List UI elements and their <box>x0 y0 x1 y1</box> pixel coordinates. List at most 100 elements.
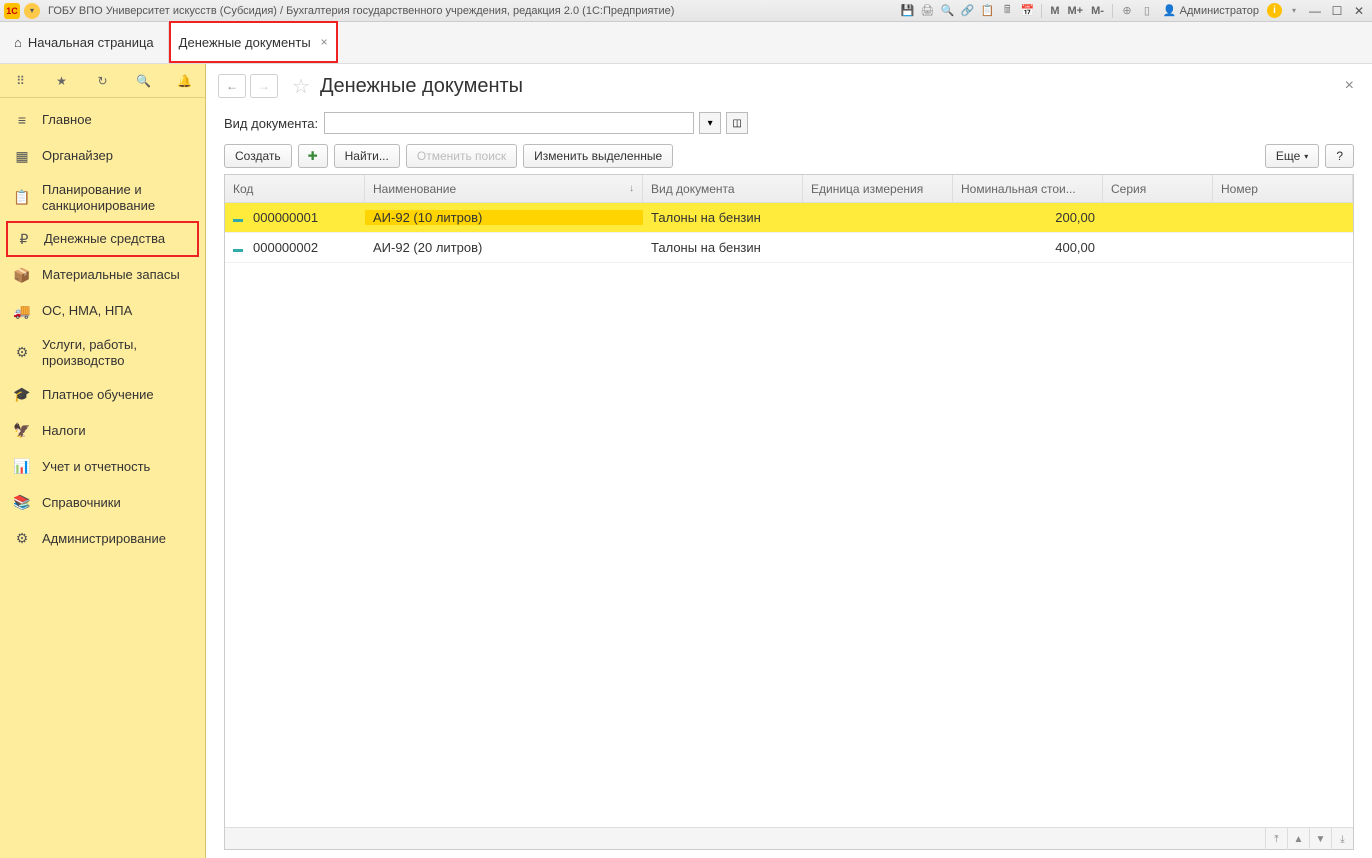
help-button[interactable]: ? <box>1325 144 1354 168</box>
calendar-icon[interactable]: 📅 <box>1019 3 1035 19</box>
graduation-icon: 🎓 <box>12 384 32 404</box>
memory-mplus[interactable]: M+ <box>1066 5 1086 17</box>
table-header: Код Наименование↓ Вид документа Единица … <box>225 175 1353 203</box>
app-menu-dropdown[interactable]: ▾ <box>24 3 40 19</box>
close-panel-button[interactable]: × <box>1339 77 1360 95</box>
toolbar: Создать ✚ Найти... Отменить поиск Измени… <box>206 138 1372 174</box>
zoom-icon[interactable]: ⊕ <box>1119 3 1135 19</box>
calculator-icon[interactable]: 🖩 <box>999 3 1015 19</box>
create-button[interactable]: Создать <box>224 144 292 168</box>
sidebar-item-assets[interactable]: 🚚ОС, НМА, НПА <box>0 293 205 329</box>
window-minimize[interactable]: — <box>1306 3 1324 19</box>
sidebar-item-label: Платное обучение <box>42 387 154 403</box>
th-name[interactable]: Наименование↓ <box>365 175 643 202</box>
tab-active[interactable]: Денежные документы × <box>169 21 338 63</box>
tab-active-label: Денежные документы <box>179 35 311 50</box>
memory-m[interactable]: M <box>1048 5 1061 17</box>
cancel-search-button[interactable]: Отменить поиск <box>406 144 517 168</box>
scroll-up-icon[interactable]: ▲ <box>1287 828 1309 850</box>
sidebar-item-label: Материальные запасы <box>42 267 180 283</box>
dropdown-button[interactable]: ▾ <box>699 112 721 134</box>
star-icon[interactable]: ★ <box>53 72 71 90</box>
sidebar-item-services[interactable]: ⚙ Услуги, работы, производство <box>0 329 205 376</box>
table-row[interactable]: ▬000000002 АИ-92 (20 литров) Талоны на б… <box>225 233 1353 263</box>
eagle-icon: 🦅 <box>12 420 32 440</box>
gear-icon: ⚙ <box>12 343 32 363</box>
sidebar-item-reports[interactable]: 📊Учет и отчетность <box>0 448 205 484</box>
edit-selected-button[interactable]: Изменить выделенные <box>523 144 673 168</box>
table-row[interactable]: ▬000000001 АИ-92 (10 литров) Талоны на б… <box>225 203 1353 233</box>
dropdown-icon[interactable]: ▾ <box>1286 3 1302 19</box>
sidebar-item-label: Справочники <box>42 495 121 511</box>
grid-icon[interactable]: ⠿ <box>12 72 30 90</box>
sidebar-item-main[interactable]: ≡ Главное <box>0 102 205 138</box>
history-icon[interactable]: ↻ <box>94 72 112 90</box>
save-icon[interactable]: 💾 <box>899 3 915 19</box>
sidebar-list: ≡ Главное ▦Органайзер 📋Планирование и сан… <box>0 98 205 560</box>
more-button[interactable]: Еще▾ <box>1265 144 1319 168</box>
sidebar-item-label: Денежные средства <box>44 231 165 247</box>
window-maximize[interactable]: ☐ <box>1328 3 1346 19</box>
document-type-input[interactable] <box>324 112 694 134</box>
th-number[interactable]: Номер <box>1213 175 1353 202</box>
nav-forward-button[interactable]: → <box>250 74 278 98</box>
app-logo-icon: 1C <box>4 3 20 19</box>
cell-type: Талоны на бензин <box>643 210 803 225</box>
clipboard-icon[interactable]: 📋 <box>979 3 995 19</box>
tab-home-label: Начальная страница <box>28 35 154 50</box>
th-nominal[interactable]: Номинальная стои... <box>953 175 1103 202</box>
sidebar-item-materials[interactable]: 📦Материальные запасы <box>0 257 205 293</box>
settings-icon: ⚙ <box>12 528 32 548</box>
sidebar-item-cash[interactable]: ₽ Денежные средства <box>6 221 199 257</box>
row-icon: ▬ <box>233 214 245 225</box>
print-icon[interactable]: 🖨 <box>919 3 935 19</box>
link-icon[interactable]: 🔗 <box>959 3 975 19</box>
sidebar-item-directories[interactable]: 📚 Справочники <box>0 484 205 520</box>
cell-name: АИ-92 (20 литров) <box>365 240 643 255</box>
nav-back-button[interactable]: ← <box>218 74 246 98</box>
sidebar-item-label: Главное <box>42 112 92 128</box>
sidebar-item-education[interactable]: 🎓 Платное обучение <box>0 376 205 412</box>
th-type[interactable]: Вид документа <box>643 175 803 202</box>
favorite-icon[interactable]: ☆ <box>292 74 310 99</box>
table: Код Наименование↓ Вид документа Единица … <box>224 174 1354 850</box>
info-icon[interactable]: i <box>1267 3 1282 18</box>
sidebar-item-taxes[interactable]: 🦅Налоги <box>0 412 205 448</box>
copy-button[interactable]: ✚ <box>298 144 328 168</box>
th-unit[interactable]: Единица измерения <box>803 175 953 202</box>
th-series[interactable]: Серия <box>1103 175 1213 202</box>
sidebar-toolbar: ⠿ ★ ↻ 🔍 🔔 <box>0 64 205 98</box>
th-code[interactable]: Код <box>225 175 365 202</box>
window-close[interactable]: ✕ <box>1350 3 1368 19</box>
sidebar-item-label: Услуги, работы, производство <box>42 337 195 368</box>
tab-home[interactable]: ⌂ Начальная страница <box>0 21 169 63</box>
memory-mminus[interactable]: M- <box>1089 5 1106 17</box>
scroll-top-icon[interactable]: ⤒ <box>1265 828 1287 850</box>
content-header: ← → ☆ Денежные документы × <box>206 64 1372 108</box>
page-title: Денежные документы <box>320 75 523 98</box>
cell-type: Талоны на бензин <box>643 240 803 255</box>
cell-code: ▬000000001 <box>225 210 365 225</box>
book-icon: 📚 <box>12 492 32 512</box>
menu-icon: ≡ <box>12 110 32 130</box>
scroll-bottom-icon[interactable]: ⤓ <box>1331 828 1353 850</box>
ruble-icon: ₽ <box>14 229 34 249</box>
user-label[interactable]: 👤 Администратор <box>1163 4 1259 17</box>
preview-icon[interactable]: 🔍 <box>939 3 955 19</box>
home-icon: ⌂ <box>14 35 22 50</box>
tab-close-icon[interactable]: × <box>321 35 328 49</box>
main-layout: ⠿ ★ ↻ 🔍 🔔 ≡ Главное ▦Органайзер 📋Планиров… <box>0 64 1372 858</box>
sidebar-item-planning[interactable]: 📋Планирование и санкционирование <box>0 174 205 221</box>
find-button[interactable]: Найти... <box>334 144 400 168</box>
bell-icon[interactable]: 🔔 <box>176 72 194 90</box>
open-button[interactable]: ◫ <box>726 112 748 134</box>
sidebar-item-admin[interactable]: ⚙Администрирование <box>0 520 205 556</box>
filter-row: Вид документа: ▾ ◫ <box>206 108 1372 138</box>
scroll-down-icon[interactable]: ▼ <box>1309 828 1331 850</box>
sidebar-item-organizer[interactable]: ▦Органайзер <box>0 138 205 174</box>
separator <box>1112 4 1113 18</box>
search-icon[interactable]: 🔍 <box>135 72 153 90</box>
window-title: ГОБУ ВПО Университет искусств (Субсидия)… <box>48 5 899 17</box>
user-icon: 👤 <box>1163 4 1177 17</box>
panel-icon[interactable]: ▯ <box>1139 3 1155 19</box>
